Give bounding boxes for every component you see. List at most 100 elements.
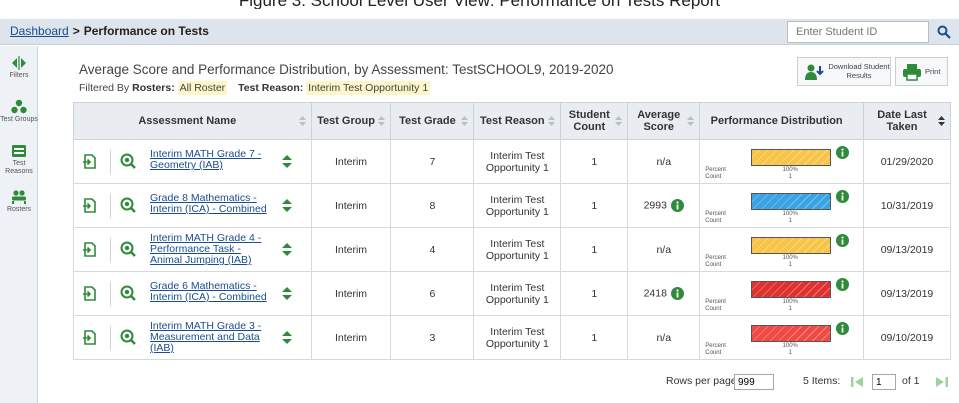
page-total: of 1 [902,375,920,387]
magnify-details-icon[interactable] [120,329,136,345]
average-score-value: n/a [656,155,672,168]
reorder-icon[interactable] [282,154,292,169]
print-button[interactable]: Print [895,57,948,86]
filter-summary: Filtered By Rosters: All Roster Test Rea… [79,81,431,95]
header-average-score[interactable]: Average Score [627,102,701,140]
nav-test-groups[interactable]: Test Groups [0,99,38,124]
download-icon [805,64,824,80]
header-assessment-name[interactable]: Assessment Name [73,102,312,140]
magnify-details-icon[interactable] [120,197,136,213]
percent-label: Percent [705,343,726,349]
assessment-name-cell: Interim MATH Grade 3 - Measurement and D… [73,315,312,360]
magnify-details-icon[interactable] [120,285,136,301]
print-label: Print [925,67,941,76]
test-group-cell: Interim [310,315,392,360]
nav-filters[interactable]: Filters [0,55,38,80]
filter-prefix: Filtered By [79,82,130,94]
left-nav: Filters Test Groups Test Reasons Rosters [0,46,38,403]
header-student-count-label: Student Count [568,109,610,133]
student-id-input[interactable] [787,21,929,43]
student-results-icon[interactable] [82,242,96,257]
test-grade-cell: 3 [390,315,475,360]
assessment-name-cell: Grade 8 Mathematics - Interim (ICA) - Co… [73,183,312,228]
test-grade-cell: 8 [390,183,475,228]
divider [110,282,111,306]
sort-icon[interactable] [938,115,945,127]
info-icon[interactable] [836,278,850,291]
top-bar: Dashboard > Performance on Tests [0,19,959,45]
header-test-grade[interactable]: Test Grade [390,102,475,140]
count-value: 1 [788,218,792,224]
performance-bar[interactable] [751,281,832,298]
next-page-icon[interactable] [933,376,949,388]
rosters-icon [12,190,26,204]
student-count-cell: 1 [560,271,629,316]
reorder-icon[interactable] [282,242,292,257]
breadcrumb-dashboard-link[interactable]: Dashboard [10,24,69,38]
assessment-name-link[interactable]: Interim MATH Grade 3 - Measurement and D… [150,321,270,354]
rows-per-page-input[interactable] [734,374,774,390]
magnify-details-icon[interactable] [120,153,136,169]
info-icon[interactable] [836,190,850,203]
header-test-reason[interactable]: Test Reason [473,102,562,140]
reorder-icon[interactable] [282,330,292,345]
test-group-cell: Interim [310,227,392,272]
assessment-name-link[interactable]: Grade 8 Mathematics - Interim (ICA) - Co… [150,193,270,215]
student-results-icon[interactable] [82,198,96,213]
sort-icon[interactable] [298,115,306,127]
previous-page-icon[interactable] [850,376,866,388]
table-row: Interim MATH Grade 4 - Performance Task … [73,227,951,272]
info-icon[interactable] [836,234,850,247]
date-last-taken-cell: 10/31/2019 [863,183,951,228]
sort-icon[interactable] [461,115,469,127]
header-student-count[interactable]: Student Count [560,102,629,140]
search-button[interactable] [931,21,957,43]
info-icon[interactable] [836,322,850,335]
average-score-value: 2993 [643,199,667,212]
header-date-last-taken[interactable]: Date Last Taken [863,102,951,140]
test-reason-cell: Interim Test Opportunity 1 [473,139,562,184]
reorder-icon[interactable] [282,286,292,301]
performance-distribution-cell: Percent Count 100% 1 [699,227,865,272]
test-groups-icon [11,99,27,114]
info-icon[interactable] [670,199,684,212]
header-test-group[interactable]: Test Group [310,102,392,140]
info-icon[interactable] [836,146,850,159]
sort-icon[interactable] [378,115,386,127]
sort-icon[interactable] [615,115,623,127]
sort-icon[interactable] [548,115,556,127]
student-results-icon[interactable] [82,286,96,301]
divider [110,238,111,262]
nav-rosters[interactable]: Rosters [0,189,38,214]
performance-distribution-cell: Percent Count 100% 1 [699,271,865,316]
percent-label: Percent [705,299,726,305]
info-icon[interactable] [670,287,684,300]
header-performance-distribution[interactable]: Performance Distribution [699,102,865,140]
rosters-filter-label: Rosters: [132,82,175,94]
count-label: Count [705,306,722,312]
magnify-details-icon[interactable] [120,241,136,257]
download-student-results-button[interactable]: Download Student Results [797,57,891,86]
student-results-icon[interactable] [82,154,96,169]
page-number-input[interactable] [872,374,896,390]
assessment-name-link[interactable]: Interim MATH Grade 4 - Performance Task … [150,233,270,266]
student-results-icon[interactable] [82,330,96,345]
performance-bar[interactable] [751,237,832,254]
count-label: Count [705,262,722,268]
percent-value: 100% [782,211,798,217]
nav-test-reasons[interactable]: Test Reasons [0,143,38,176]
assessment-name-link[interactable]: Grade 6 Mathematics - Interim (ICA) - Co… [150,281,270,303]
performance-bar[interactable] [751,149,832,166]
nav-rosters-label: Rosters [6,206,32,213]
percent-value: 100% [782,167,798,173]
header-test-group-label: Test Group [317,115,375,127]
header-test-reason-label: Test Reason [480,115,545,127]
performance-bar[interactable] [751,325,832,342]
assessment-name-link[interactable]: Interim MATH Grade 7 - Geometry (IAB) [150,149,270,171]
reorder-icon[interactable] [282,198,292,213]
reason-filter-label: Test Reason: [238,82,304,94]
performance-bar[interactable] [751,193,832,210]
printer-icon [903,64,921,81]
rows-per-page-label: Rows per page: [666,375,740,387]
sort-icon[interactable] [687,115,695,127]
